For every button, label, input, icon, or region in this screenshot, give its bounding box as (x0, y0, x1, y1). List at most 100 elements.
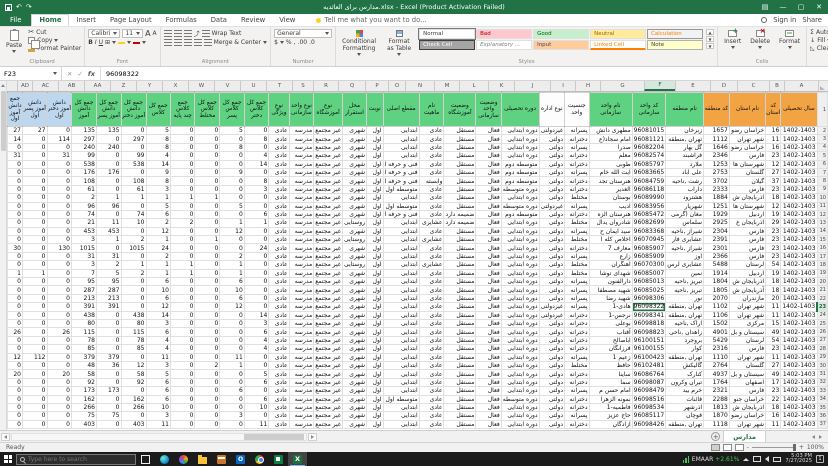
cell-A33[interactable]: 1402-1403 (781, 387, 817, 395)
cell-AA17[interactable]: 31 (72, 252, 97, 260)
cell-U13[interactable]: 1 (220, 219, 244, 227)
align-bottom-icon[interactable] (184, 30, 192, 37)
cell-V3[interactable]: 0 (195, 135, 220, 143)
tab-insert[interactable]: Insert (69, 14, 103, 26)
cell-S36[interactable]: عادی (269, 412, 289, 420)
cell-AD17[interactable]: 0 (8, 252, 23, 260)
cell-T37[interactable]: 11 (244, 420, 268, 428)
cell-X28[interactable]: 4 (146, 345, 170, 353)
cell-S4[interactable]: عادی (269, 143, 289, 151)
cell-J5[interactable]: دوره ابتدایی (501, 152, 539, 160)
cell-S16[interactable]: عادی (269, 244, 289, 252)
cell-T11[interactable]: 0 (244, 202, 268, 210)
field-header-AD[interactable]: جمع دانش آموز اول (8, 93, 23, 127)
cell-A20[interactable]: 1402-1403 (781, 278, 817, 286)
cell-Q31[interactable]: غیر مجتمع (314, 370, 343, 378)
font-size-select[interactable]: 11 (122, 29, 143, 38)
cell-W15[interactable]: 0 (170, 236, 194, 244)
cell-T28[interactable]: 4 (244, 345, 268, 353)
cell-B33[interactable]: 23 (766, 387, 781, 395)
field-header-O[interactable]: نوبت (367, 93, 383, 127)
cell-S21[interactable]: عادی (269, 286, 289, 294)
cell-Q23[interactable]: غیر مجتمع (314, 303, 343, 311)
cell-O2[interactable]: اول (367, 127, 383, 135)
photos-taskbar-icon[interactable] (174, 452, 193, 466)
cell-I6[interactable]: دولتی (539, 160, 564, 168)
cell-J24[interactable]: دوره ابتدایی (501, 311, 539, 319)
cell-Z18[interactable]: 2 (97, 261, 122, 269)
cell-X8[interactable]: 8 (146, 177, 170, 185)
field-header-P[interactable]: محل استقرار (342, 93, 366, 127)
cell-X16[interactable]: 24 (146, 244, 170, 252)
cell-F3[interactable]: 96081121 (632, 135, 666, 143)
cell-A22[interactable]: 1402-1403 (781, 294, 817, 302)
cell-V22[interactable]: 0 (195, 294, 220, 302)
cell-AB29[interactable]: 0 (47, 353, 72, 361)
cell-B28[interactable]: 23 (766, 345, 781, 353)
cell-AD15[interactable]: 0 (8, 236, 23, 244)
cell-G8[interactable]: هنرستان تجد (589, 177, 632, 185)
cell-W8[interactable]: 0 (170, 177, 194, 185)
decrease-decimal-icon[interactable]: .0 (309, 39, 315, 46)
cell-S26[interactable]: عادی (269, 328, 289, 336)
cell-B17[interactable]: 23 (766, 252, 781, 260)
cell-Z16[interactable]: 0 (97, 244, 122, 252)
cell-A13[interactable]: 1402-1403 (781, 219, 817, 227)
cell-O6[interactable]: اول (367, 160, 383, 168)
cell-AB31[interactable]: 20 (47, 370, 72, 378)
cell-AB15[interactable]: 0 (47, 236, 72, 244)
row-header-15[interactable]: 15 (817, 236, 827, 244)
cell-K18[interactable]: فعال (476, 261, 501, 269)
cell-Z22[interactable]: 213 (97, 294, 122, 302)
cell-K9[interactable]: فعال (476, 185, 501, 193)
cell-P4[interactable]: شهری (342, 143, 366, 151)
align-left-icon[interactable] (164, 39, 172, 46)
cell-F20[interactable]: 96085013 (632, 278, 666, 286)
cell-D20[interactable]: 1804 (704, 278, 730, 286)
cell-R17[interactable]: مدرسه (289, 252, 314, 260)
field-header-T[interactable]: جمع کل کلاس دختر (244, 93, 268, 127)
cell-AD8[interactable]: 0 (8, 177, 23, 185)
cell-M32[interactable]: عادی (419, 378, 444, 386)
field-header-X[interactable]: جمع کل کلاس (146, 93, 170, 127)
cell-P25[interactable]: شهری (342, 319, 366, 327)
cell-Y13[interactable]: 10 (121, 219, 146, 227)
cell-R32[interactable]: مدرسه (289, 378, 314, 386)
cell-N22[interactable]: ابتدایی (383, 294, 419, 302)
field-header-K[interactable]: وضعیت واحد سازمانی (476, 93, 501, 127)
cell-L15[interactable]: مستقل (444, 236, 476, 244)
cell-N18[interactable]: ابتدایی (383, 261, 419, 269)
cell-M13[interactable]: عشایری (419, 219, 444, 227)
cell-T14[interactable]: 0 (244, 227, 268, 235)
cell-Y2[interactable]: 0 (121, 127, 146, 135)
row-header-27[interactable]: 27 (817, 336, 827, 344)
cell-S25[interactable]: عادی (269, 319, 289, 327)
cell-L3[interactable]: مستقل (444, 135, 476, 143)
cell-C35[interactable]: آذربایجان ش (729, 403, 765, 411)
column-header-H[interactable]: H (575, 81, 600, 91)
cell-A8[interactable]: 1402-1403 (781, 177, 817, 185)
cell-Z8[interactable]: 0 (97, 177, 122, 185)
cell-C4[interactable]: خراسان رضو (729, 143, 765, 151)
insert-function-icon[interactable]: fx (88, 70, 95, 78)
cell-C10[interactable]: آذربایجان ش (729, 194, 765, 202)
cell-B5[interactable]: 23 (766, 152, 781, 160)
cell-D29[interactable]: 1110 (704, 353, 730, 361)
cell-K4[interactable]: فعال (476, 143, 501, 151)
cell-T18[interactable]: 0 (244, 261, 268, 269)
cell-K2[interactable]: فعال (476, 127, 501, 135)
cell-P24[interactable]: شهری (342, 311, 366, 319)
cell-U19[interactable]: 1 (220, 269, 244, 277)
cell-AD23[interactable]: 0 (8, 303, 23, 311)
cell-AA32[interactable]: 92 (72, 378, 97, 386)
row-header-24[interactable]: 24 (817, 311, 827, 319)
cell-Q11[interactable]: غیر مجتمع (314, 202, 343, 210)
cell-Z9[interactable]: 0 (97, 185, 122, 193)
cell-B26[interactable]: 49 (766, 328, 781, 336)
cell-U33[interactable]: 6 (220, 387, 244, 395)
row-header-10[interactable]: 10 (817, 194, 827, 202)
cell-Y4[interactable]: 0 (121, 143, 146, 151)
row-header-22[interactable]: 22 (817, 294, 827, 302)
sheet-tab-active[interactable]: مدارس (723, 431, 766, 442)
cell-AD27[interactable]: 0 (8, 336, 23, 344)
